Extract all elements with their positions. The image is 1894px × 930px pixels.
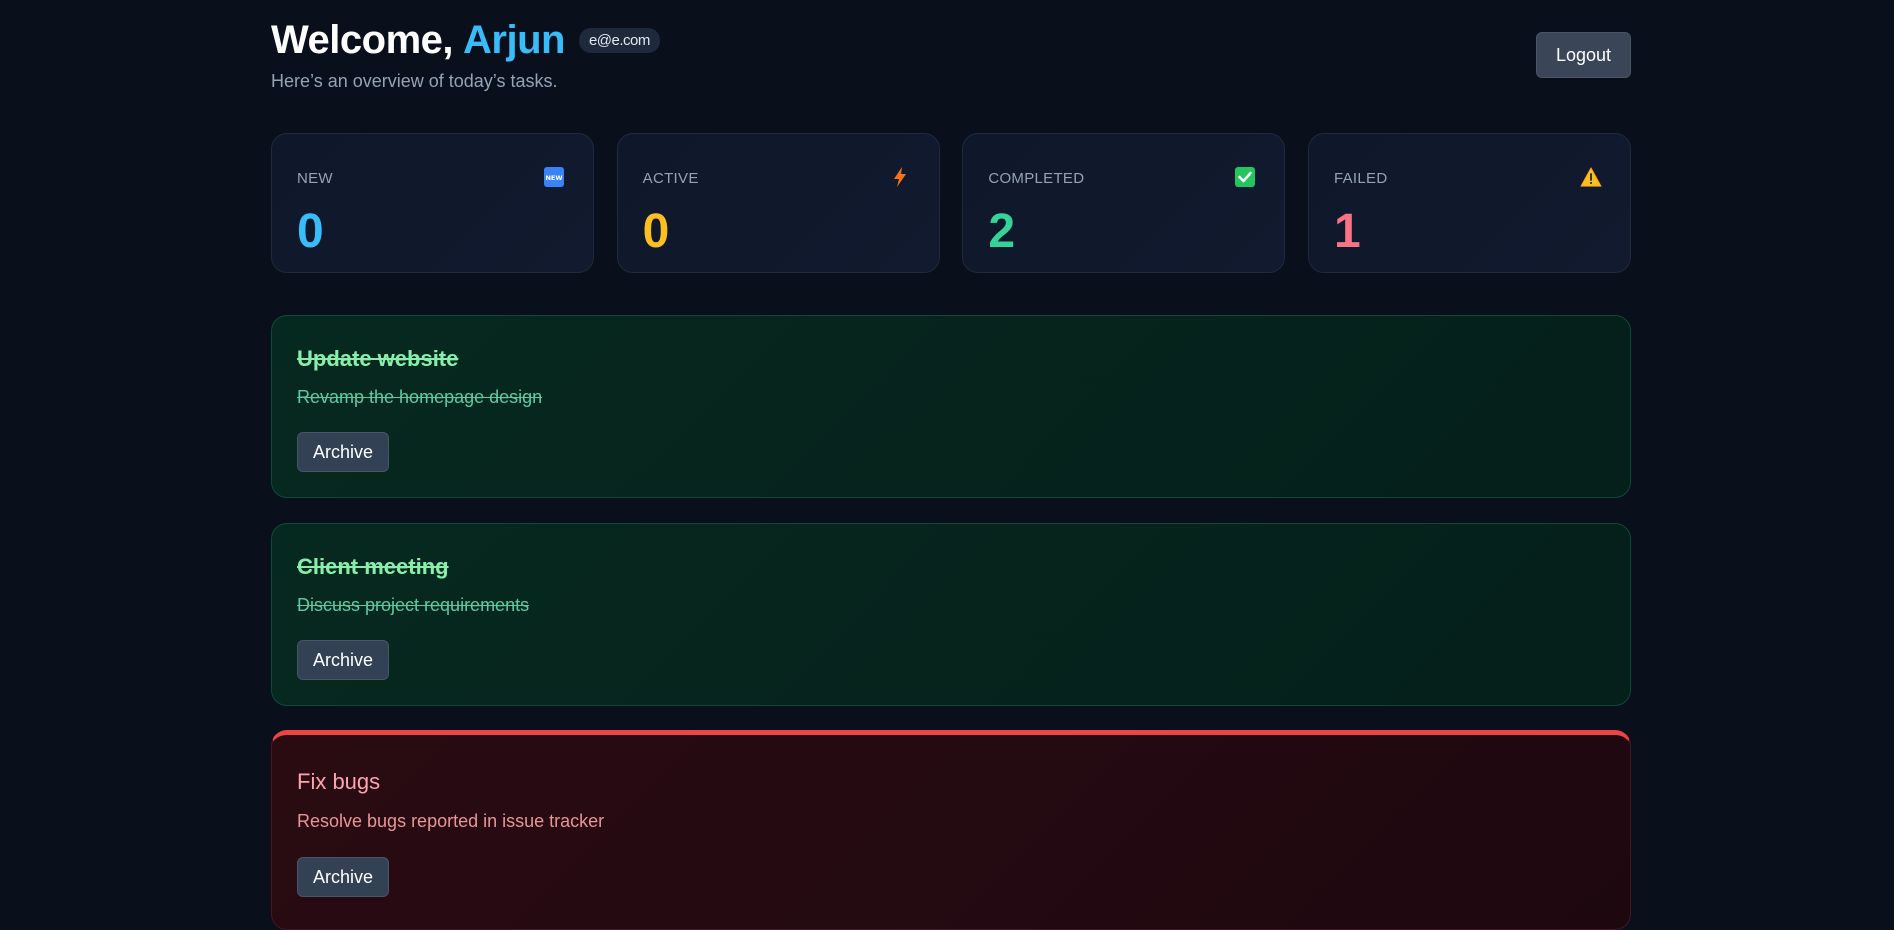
stat-value: 2 xyxy=(988,205,1016,258)
task-card: Client meeting Discuss project requireme… xyxy=(271,523,1631,706)
welcome-heading: Welcome, Arjun e@e.com xyxy=(271,18,660,63)
task-title: Update website xyxy=(297,346,459,371)
task-card: Update website Revamp the homepage desig… xyxy=(271,315,1631,498)
stat-label: COMPLETED xyxy=(988,170,1085,187)
archive-button[interactable]: Archive xyxy=(297,640,389,680)
stat-card-new: NEW NEW 0 xyxy=(271,133,594,273)
stat-label: NEW xyxy=(297,170,333,187)
svg-text:NEW: NEW xyxy=(545,174,562,182)
stat-label: FAILED xyxy=(1333,170,1388,187)
task-card: Fix bugs Resolve bugs reported in issue … xyxy=(271,730,1631,930)
archive-button[interactable]: Archive xyxy=(297,857,389,897)
stat-card-active: ACTIVE 0 xyxy=(616,133,940,273)
email-badge: e@e.com xyxy=(578,28,660,53)
stat-card-completed: COMPLETED 2 xyxy=(962,133,1286,273)
archive-button[interactable]: Archive xyxy=(297,432,389,472)
stat-value: 1 xyxy=(1333,205,1361,258)
header: Welcome, Arjun e@e.com Here’s an overvie… xyxy=(271,0,1631,130)
lightning-icon xyxy=(889,166,911,188)
dashboard: Welcome, Arjun e@e.com Here’s an overvie… xyxy=(271,0,1631,930)
task-description: Discuss project requirements xyxy=(297,595,530,615)
warning-icon xyxy=(1580,166,1602,188)
user-name: Arjun xyxy=(463,18,565,62)
stat-card-failed: FAILED 1 xyxy=(1307,133,1631,273)
stats-row: NEW NEW 0 ACTIVE 0 COMPLETED 2 FAILED 1 xyxy=(271,133,1631,275)
stat-value: 0 xyxy=(297,205,324,258)
new-icon: NEW xyxy=(543,166,565,188)
logout-button[interactable]: Logout xyxy=(1536,32,1631,78)
task-description: Revamp the homepage design xyxy=(297,387,543,407)
task-title: Fix bugs xyxy=(297,769,381,794)
task-title: Client meeting xyxy=(297,554,449,579)
welcome-prefix: Welcome, xyxy=(271,18,454,62)
stat-value: 0 xyxy=(642,205,670,258)
stat-label: ACTIVE xyxy=(642,170,699,187)
check-icon xyxy=(1234,166,1256,188)
page-subtitle: Here’s an overview of today’s tasks. xyxy=(271,71,558,91)
task-description: Resolve bugs reported in issue tracker xyxy=(297,811,605,831)
